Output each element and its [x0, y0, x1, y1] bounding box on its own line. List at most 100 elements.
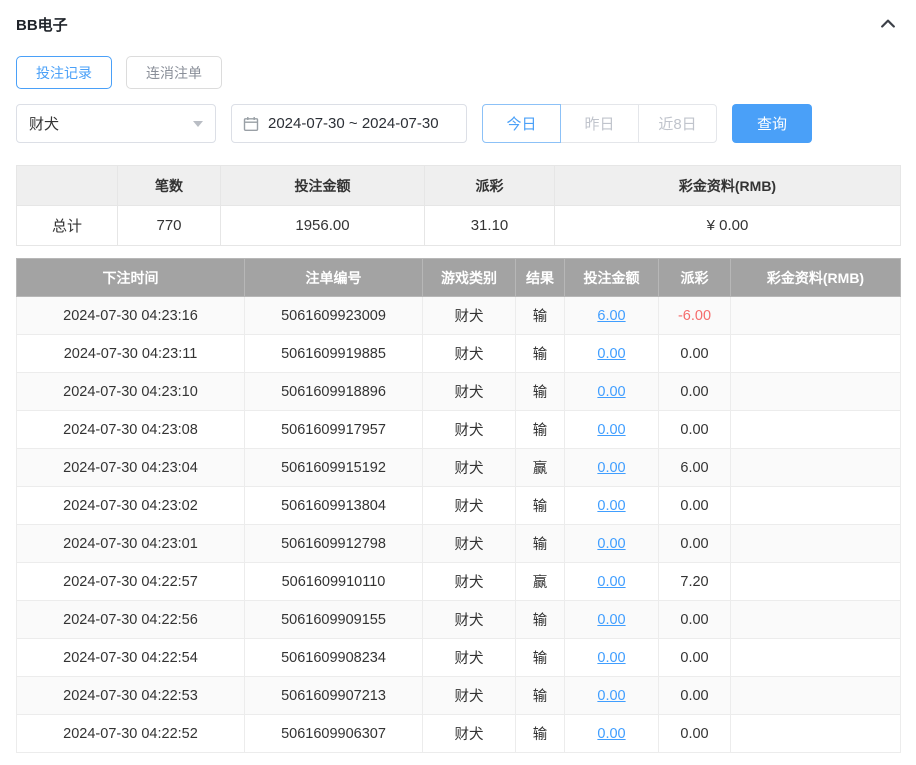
quick-today-button[interactable]: 今日 [482, 104, 561, 143]
bet-amount-link[interactable]: 0.00 [597, 384, 625, 400]
table-header-cell: 结果 [516, 259, 565, 297]
payout-cell: 0.00 [659, 525, 731, 563]
bet-amount-link[interactable]: 0.00 [597, 346, 625, 362]
summary-bet-amount: 1956.00 [221, 206, 425, 246]
caret-down-icon [193, 121, 203, 127]
payout-cell: 0.00 [659, 411, 731, 449]
result-cell: 输 [516, 677, 565, 715]
order-number-cell: 5061609915192 [245, 449, 423, 487]
bet-time-cell: 2024-07-30 04:23:01 [17, 525, 245, 563]
result-cell: 输 [516, 601, 565, 639]
bet-amount-link[interactable]: 0.00 [597, 536, 625, 552]
quick-range-group: 今日 昨日 近8日 [482, 104, 717, 143]
bonus-cell [731, 677, 901, 715]
tab-bet-records[interactable]: 投注记录 [16, 56, 112, 89]
game-select-value: 财犬 [29, 113, 59, 134]
summary-header-cell: 派彩 [425, 166, 555, 206]
table-row: 2024-07-30 04:22:535061609907213财犬输0.000… [17, 677, 901, 715]
bet-time-cell: 2024-07-30 04:23:04 [17, 449, 245, 487]
summary-table: 笔数投注金额派彩彩金资料(RMB) 总计 770 1956.00 31.10 ¥… [16, 165, 901, 246]
bet-amount-link[interactable]: 0.00 [597, 574, 625, 590]
bet-amount-cell: 0.00 [565, 411, 659, 449]
bonus-cell [731, 411, 901, 449]
bet-amount-cell: 0.00 [565, 639, 659, 677]
quick-last8days-button[interactable]: 近8日 [638, 104, 717, 143]
payout-cell: 0.00 [659, 677, 731, 715]
date-range-picker[interactable]: 2024-07-30 ~ 2024-07-30 [231, 104, 467, 143]
table-row: 2024-07-30 04:22:575061609910110财犬赢0.007… [17, 563, 901, 601]
summary-header-cell: 投注金额 [221, 166, 425, 206]
payout-cell: 6.00 [659, 449, 731, 487]
payout-cell: 0.00 [659, 487, 731, 525]
table-header-row: 下注时间注单编号游戏类别结果投注金额派彩彩金资料(RMB) [17, 259, 901, 297]
bet-amount-cell: 0.00 [565, 601, 659, 639]
table-header-cell: 注单编号 [245, 259, 423, 297]
date-range-value: 2024-07-30 ~ 2024-07-30 [268, 115, 439, 132]
bet-time-cell: 2024-07-30 04:22:56 [17, 601, 245, 639]
bet-time-cell: 2024-07-30 04:23:11 [17, 335, 245, 373]
table-row: 2024-07-30 04:22:565061609909155财犬输0.000… [17, 601, 901, 639]
order-number-cell: 5061609917957 [245, 411, 423, 449]
game-select[interactable]: 财犬 [16, 104, 216, 143]
bet-amount-cell: 0.00 [565, 449, 659, 487]
bet-amount-cell: 0.00 [565, 563, 659, 601]
bet-amount-link[interactable]: 0.00 [597, 612, 625, 628]
bet-amount-cell: 0.00 [565, 487, 659, 525]
summary-header-cell: 彩金资料(RMB) [555, 166, 901, 206]
search-button[interactable]: 查询 [732, 104, 812, 143]
summary-bonus: ¥ 0.00 [555, 206, 901, 246]
payout-cell: 0.00 [659, 373, 731, 411]
order-number-cell: 5061609907213 [245, 677, 423, 715]
bet-time-cell: 2024-07-30 04:22:57 [17, 563, 245, 601]
bet-amount-cell: 0.00 [565, 373, 659, 411]
quick-yesterday-button[interactable]: 昨日 [560, 104, 639, 143]
bonus-cell [731, 601, 901, 639]
bet-time-cell: 2024-07-30 04:23:08 [17, 411, 245, 449]
tab-bar: 投注记录 连消注单 [16, 56, 900, 89]
bet-amount-cell: 6.00 [565, 297, 659, 335]
game-type-cell: 财犬 [423, 335, 516, 373]
bet-amount-link[interactable]: 0.00 [597, 650, 625, 666]
summary-header-cell: 笔数 [118, 166, 221, 206]
game-type-cell: 财犬 [423, 677, 516, 715]
chevron-up-icon [878, 14, 898, 34]
bet-amount-link[interactable]: 0.00 [597, 726, 625, 742]
game-type-cell: 财犬 [423, 373, 516, 411]
bet-amount-link[interactable]: 0.00 [597, 688, 625, 704]
bonus-cell [731, 563, 901, 601]
payout-cell: 0.00 [659, 335, 731, 373]
summary-header-row: 笔数投注金额派彩彩金资料(RMB) [17, 166, 901, 206]
calendar-icon [243, 116, 259, 132]
result-cell: 输 [516, 639, 565, 677]
order-number-cell: 5061609908234 [245, 639, 423, 677]
bet-time-cell: 2024-07-30 04:22:54 [17, 639, 245, 677]
summary-total-row: 总计 770 1956.00 31.10 ¥ 0.00 [17, 206, 901, 246]
summary-count: 770 [118, 206, 221, 246]
table-header-cell: 投注金额 [565, 259, 659, 297]
table-header-cell: 彩金资料(RMB) [731, 259, 901, 297]
tab-cancelled-orders[interactable]: 连消注单 [126, 56, 222, 89]
bet-amount-link[interactable]: 0.00 [597, 422, 625, 438]
order-number-cell: 5061609923009 [245, 297, 423, 335]
bonus-cell [731, 449, 901, 487]
collapse-button[interactable] [876, 12, 900, 36]
bet-amount-link[interactable]: 0.00 [597, 460, 625, 476]
result-cell: 输 [516, 373, 565, 411]
game-type-cell: 财犬 [423, 297, 516, 335]
table-row: 2024-07-30 04:23:115061609919885财犬输0.000… [17, 335, 901, 373]
bet-time-cell: 2024-07-30 04:23:02 [17, 487, 245, 525]
game-type-cell: 财犬 [423, 563, 516, 601]
table-row: 2024-07-30 04:23:165061609923009财犬输6.00-… [17, 297, 901, 335]
table-row: 2024-07-30 04:23:085061609917957财犬输0.000… [17, 411, 901, 449]
panel-header: BB电子 [16, 12, 900, 36]
table-header-cell: 游戏类别 [423, 259, 516, 297]
payout-cell: -6.00 [659, 297, 731, 335]
panel-bb-electronic: BB电子 投注记录 连消注单 财犬 2024-07-30 ~ 2024-07-3… [0, 0, 916, 765]
bet-records-table: 下注时间注单编号游戏类别结果投注金额派彩彩金资料(RMB) 2024-07-30… [16, 258, 901, 753]
result-cell: 赢 [516, 449, 565, 487]
table-row: 2024-07-30 04:22:545061609908234财犬输0.000… [17, 639, 901, 677]
bet-amount-link[interactable]: 0.00 [597, 498, 625, 514]
payout-cell: 7.20 [659, 563, 731, 601]
bet-amount-link[interactable]: 6.00 [597, 308, 625, 324]
order-number-cell: 5061609919885 [245, 335, 423, 373]
